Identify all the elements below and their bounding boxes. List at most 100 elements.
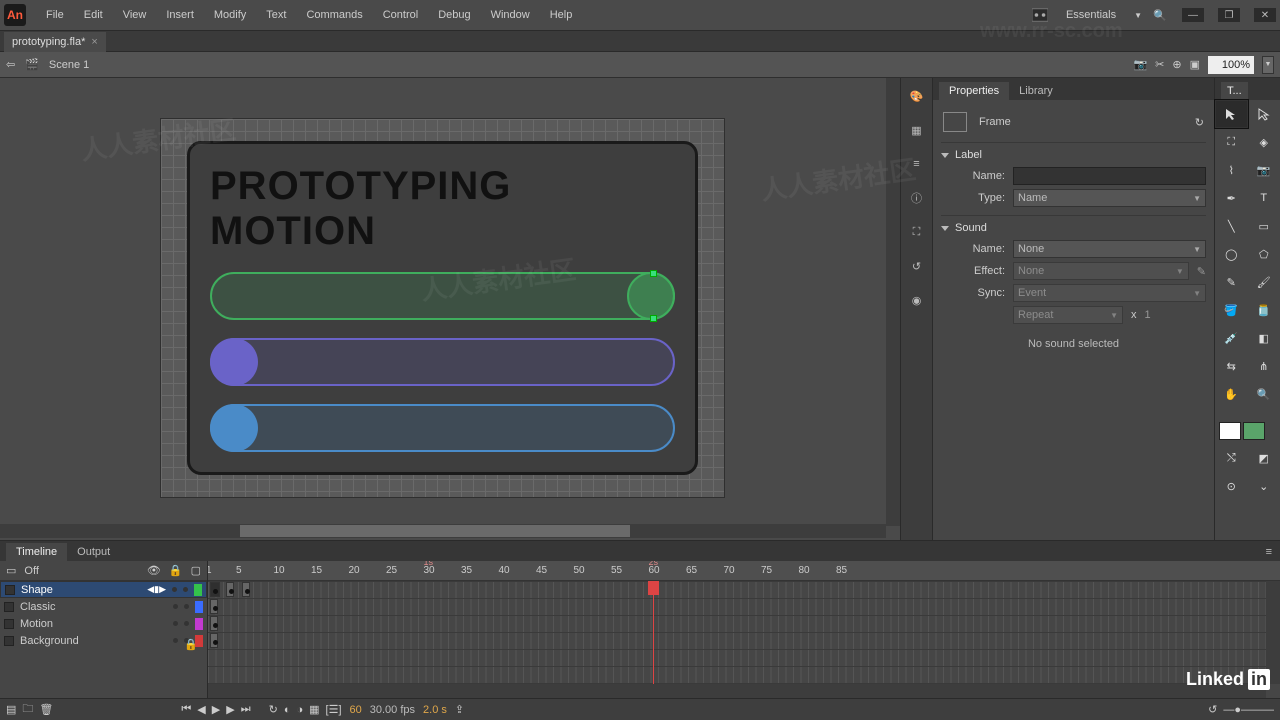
subselection-tool-icon[interactable] bbox=[1248, 100, 1280, 128]
menu-window[interactable]: Window bbox=[481, 5, 540, 25]
scene-clapper-icon[interactable]: 🎬 bbox=[25, 58, 39, 71]
visibility-dot[interactable] bbox=[173, 621, 178, 626]
cc-libraries-icon[interactable]: ◉ bbox=[907, 290, 927, 310]
back-icon[interactable]: ⇦ bbox=[6, 58, 15, 71]
sound-effect-select[interactable]: None▼ bbox=[1013, 262, 1189, 280]
text-tool-icon[interactable]: T bbox=[1248, 184, 1280, 212]
layer-color-chip[interactable] bbox=[194, 584, 202, 596]
keyframe[interactable] bbox=[210, 633, 218, 648]
default-colors-icon[interactable]: ◩ bbox=[1248, 444, 1280, 472]
edit-sound-icon[interactable]: ✎ bbox=[1197, 265, 1206, 278]
playhead[interactable] bbox=[653, 581, 654, 684]
clip-content-icon[interactable]: ✂ bbox=[1155, 58, 1164, 71]
elapsed-time-readout[interactable]: 2.0 s bbox=[423, 704, 447, 716]
info-panel-icon[interactable]: ⓘ bbox=[907, 188, 927, 208]
sound-x-val[interactable]: 1 bbox=[1145, 309, 1151, 321]
selection-tool-icon[interactable] bbox=[1215, 100, 1248, 128]
history-panel-icon[interactable]: ↺ bbox=[907, 256, 927, 276]
scene-name[interactable]: Scene 1 bbox=[49, 59, 89, 71]
document-tab-close-icon[interactable]: × bbox=[91, 36, 97, 48]
current-frame-number[interactable]: 60 bbox=[350, 704, 362, 716]
sound-name-select[interactable]: None▼ bbox=[1013, 240, 1206, 258]
menu-help[interactable]: Help bbox=[540, 5, 583, 25]
camera-icon[interactable]: 📷 bbox=[1133, 58, 1147, 71]
label-name-input[interactable] bbox=[1013, 167, 1206, 185]
go-first-frame-icon[interactable]: ⏮ bbox=[181, 703, 191, 716]
sound-repeat-select[interactable]: Repeat▼ bbox=[1013, 306, 1123, 324]
lock-dot[interactable] bbox=[184, 621, 189, 626]
menu-file[interactable]: File bbox=[36, 5, 74, 25]
label-type-select[interactable]: Name▼ bbox=[1013, 189, 1206, 207]
menu-control[interactable]: Control bbox=[373, 5, 428, 25]
twirl-icon[interactable] bbox=[941, 226, 949, 231]
sync-settings-icon[interactable] bbox=[1032, 7, 1048, 23]
play-icon[interactable]: ▶ bbox=[212, 703, 220, 716]
visibility-dot[interactable] bbox=[172, 587, 177, 592]
tab-properties[interactable]: Properties bbox=[939, 82, 1009, 100]
paint-bucket-tool-icon[interactable]: 🪣 bbox=[1215, 296, 1248, 324]
menu-commands[interactable]: Commands bbox=[296, 5, 372, 25]
transform-panel-icon[interactable]: ⛶ bbox=[907, 222, 927, 242]
zoom-tool-icon[interactable]: 🔍 bbox=[1248, 380, 1280, 408]
window-close-button[interactable]: ✕ bbox=[1254, 8, 1276, 22]
menu-insert[interactable]: Insert bbox=[156, 5, 204, 25]
swap-colors-icon[interactable]: ⤭ bbox=[1215, 444, 1248, 472]
layer-color-chip[interactable] bbox=[195, 601, 203, 613]
window-minimize-button[interactable]: — bbox=[1182, 8, 1204, 22]
workspace-dropdown-icon[interactable]: ▼ bbox=[1134, 11, 1142, 20]
fps-readout[interactable]: 30.00 fps bbox=[370, 704, 415, 716]
keyframe[interactable] bbox=[210, 616, 218, 631]
new-folder-icon[interactable]: 🗀 bbox=[22, 700, 33, 719]
line-tool-icon[interactable]: ╲ bbox=[1215, 212, 1248, 240]
eraser-tool-icon[interactable]: ◧ bbox=[1248, 324, 1280, 352]
stage-area[interactable]: PROTOTYPING MOTION bbox=[0, 78, 900, 540]
new-layer-icon[interactable]: ▤ bbox=[6, 703, 16, 716]
eyedropper-tool-icon[interactable]: 💉 bbox=[1215, 324, 1248, 352]
loop-icon[interactable]: ↻ bbox=[1195, 116, 1204, 129]
step-back-icon[interactable]: ◀ bbox=[197, 703, 205, 716]
onion-skin-icon[interactable]: ◐ bbox=[284, 704, 291, 716]
bone-tool-icon[interactable]: ⋔ bbox=[1248, 352, 1280, 380]
twirl-icon[interactable] bbox=[941, 153, 949, 158]
go-last-frame-icon[interactable]: ⏭ bbox=[241, 703, 251, 716]
layer-row[interactable]: Shape ◀▮▶ bbox=[0, 581, 207, 598]
options-icon[interactable]: ⌄ bbox=[1248, 472, 1280, 500]
menu-text[interactable]: Text bbox=[256, 5, 296, 25]
timeline-menu-icon[interactable]: ≡ bbox=[1256, 543, 1280, 561]
layer-row[interactable]: Motion bbox=[0, 615, 207, 632]
color-panel-icon[interactable]: 🎨 bbox=[907, 86, 927, 106]
document-tab[interactable]: prototyping.fla* × bbox=[4, 32, 106, 52]
hand-tool-icon[interactable]: ✋ bbox=[1215, 380, 1248, 408]
stage-scrollbar-horizontal[interactable] bbox=[0, 524, 886, 538]
align-panel-icon[interactable]: ≡ bbox=[907, 154, 927, 174]
stage-scrollbar-vertical[interactable] bbox=[886, 78, 900, 526]
layer-color-chip[interactable] bbox=[195, 635, 203, 647]
pen-tool-icon[interactable]: ✒ bbox=[1215, 184, 1248, 212]
center-stage-icon[interactable]: ⊕ bbox=[1172, 58, 1181, 71]
ball-classic[interactable] bbox=[210, 338, 258, 386]
ink-bottle-tool-icon[interactable]: 🫙 bbox=[1248, 296, 1280, 324]
menu-debug[interactable]: Debug bbox=[428, 5, 480, 25]
timeline-scrollbar-horizontal[interactable] bbox=[208, 684, 1266, 698]
oval-tool-icon[interactable]: ◯ bbox=[1215, 240, 1248, 268]
tab-output[interactable]: Output bbox=[67, 543, 120, 561]
export-icon[interactable]: ⇪ bbox=[455, 703, 464, 716]
scrollbar-thumb[interactable] bbox=[240, 525, 630, 537]
menu-view[interactable]: View bbox=[113, 5, 157, 25]
free-transform-tool-icon[interactable]: ⛶ bbox=[1215, 128, 1248, 156]
window-restore-button[interactable]: ❐ bbox=[1218, 8, 1240, 22]
keyframe[interactable] bbox=[210, 582, 220, 597]
ball-motion[interactable] bbox=[210, 404, 258, 452]
edit-multiple-frames-icon[interactable]: ▦ bbox=[309, 703, 319, 716]
marker-icon[interactable]: [☰] bbox=[326, 703, 342, 716]
sound-sync-select[interactable]: Event▼ bbox=[1013, 284, 1206, 302]
search-icon[interactable]: 🔍 bbox=[1152, 7, 1168, 23]
onion-outlines-icon[interactable]: ◑ bbox=[296, 704, 303, 716]
brush-tool-icon[interactable]: 🖌 bbox=[1248, 268, 1280, 296]
fit-icon[interactable]: ▣ bbox=[1190, 58, 1200, 71]
toolbox-tab[interactable]: T... bbox=[1221, 82, 1248, 100]
menu-edit[interactable]: Edit bbox=[74, 5, 113, 25]
lasso-tool-icon[interactable]: ⌇ bbox=[1215, 156, 1248, 184]
snap-to-object-icon[interactable]: ⊙ bbox=[1215, 472, 1248, 500]
visibility-header-icon[interactable]: 👁 bbox=[147, 564, 161, 577]
